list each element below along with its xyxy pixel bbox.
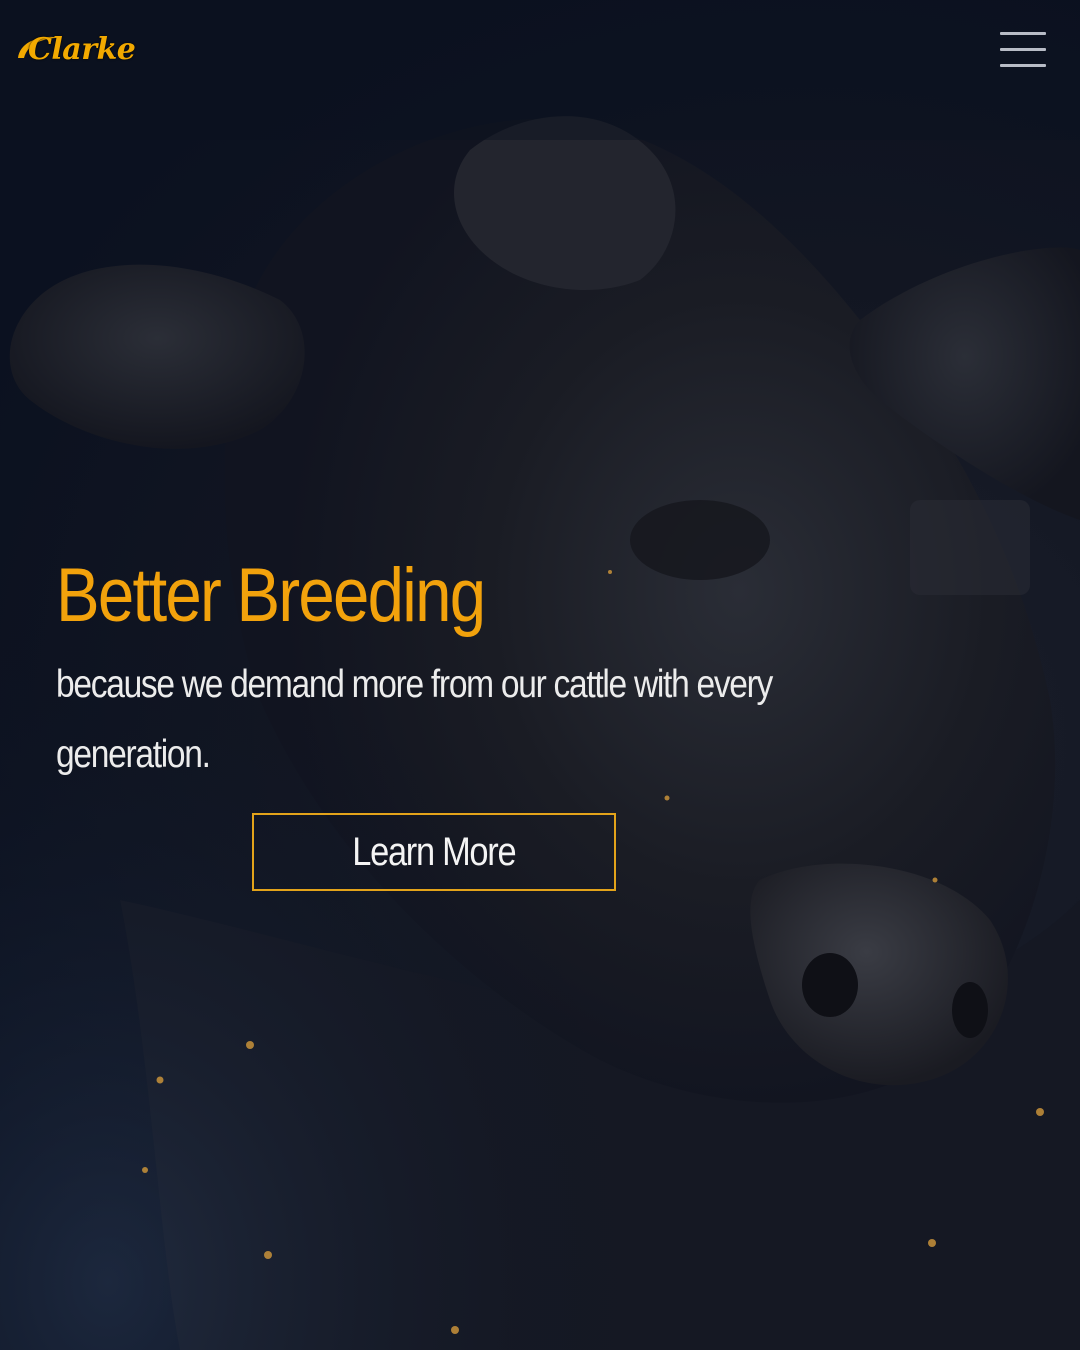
learn-more-button[interactable]: Learn More <box>252 813 616 891</box>
site-header: Clarke <box>0 0 1080 110</box>
learn-more-label: Learn More <box>352 829 516 874</box>
logo-text: Clarke <box>28 32 136 67</box>
brand-logo[interactable]: Clarke <box>14 28 136 72</box>
hero-subtitle: because we demand more from our cattle w… <box>56 663 773 776</box>
hero-copy: Better Breeding because we demand more f… <box>56 548 956 790</box>
hero-page: Clarke Better Breeding because we demand… <box>0 0 1080 1350</box>
menu-bar <box>1000 64 1046 67</box>
menu-bar <box>1000 48 1046 51</box>
hamburger-menu-icon[interactable] <box>1000 30 1048 70</box>
menu-bar <box>1000 32 1046 35</box>
hero-title: Better Breeding <box>56 553 486 638</box>
